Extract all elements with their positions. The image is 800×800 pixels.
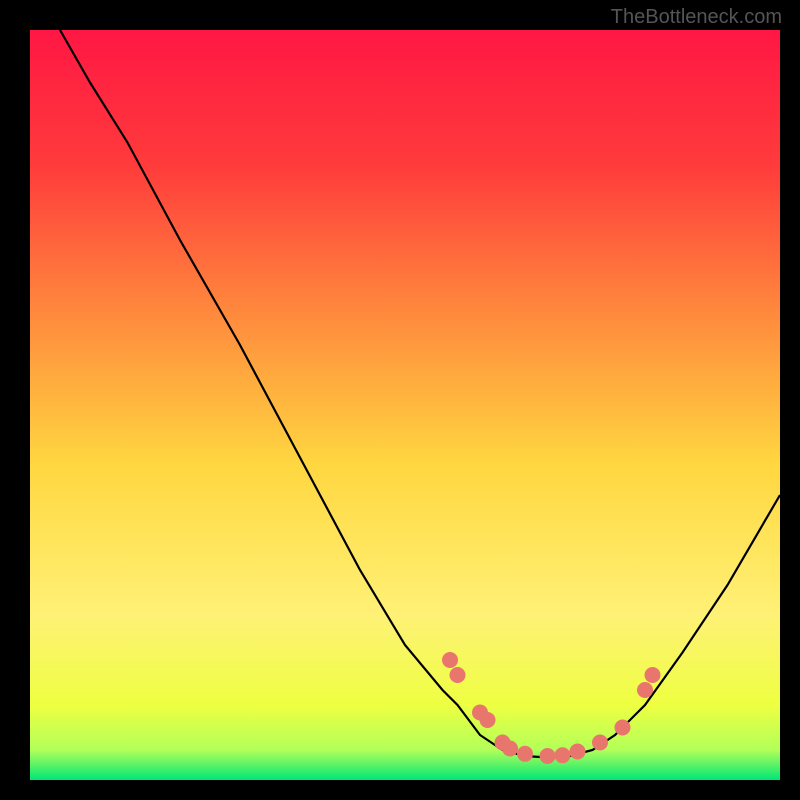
chart-svg <box>30 30 780 780</box>
data-marker <box>637 682 653 698</box>
data-marker <box>502 741 518 757</box>
data-marker <box>450 667 466 683</box>
data-marker <box>480 712 496 728</box>
watermark-text: TheBottleneck.com <box>611 6 782 29</box>
data-marker <box>592 735 608 751</box>
data-marker <box>645 667 661 683</box>
data-marker <box>540 748 556 764</box>
chart-background <box>30 30 780 780</box>
chart-container <box>30 30 780 780</box>
data-marker <box>442 652 458 668</box>
data-marker <box>555 747 571 763</box>
data-marker <box>570 744 586 760</box>
data-marker <box>517 746 533 762</box>
data-marker <box>615 720 631 736</box>
